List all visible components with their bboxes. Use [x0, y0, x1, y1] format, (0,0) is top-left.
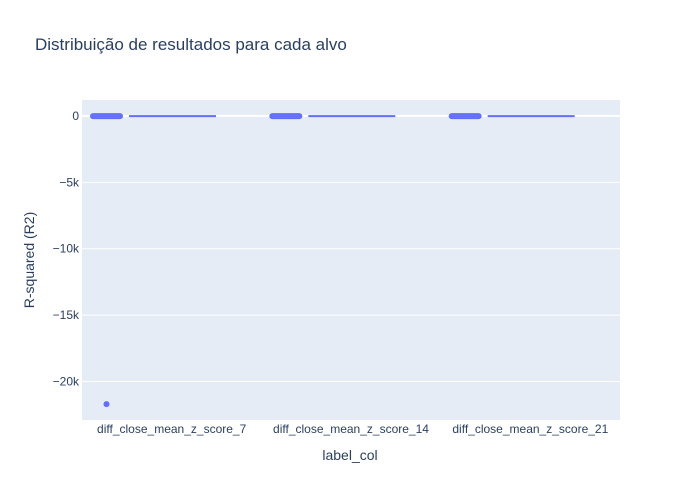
- outlier-point: [103, 401, 110, 408]
- x-axis-ticks: diff_close_mean_z_score_7 diff_close_mean…: [97, 422, 609, 436]
- x-tick-label: diff_close_mean_z_score_7: [97, 422, 247, 436]
- y-tick-label: 0: [72, 109, 79, 123]
- y-tick-label: −10k: [53, 242, 80, 256]
- chart-title: Distribuição de resultados para cada alv…: [35, 35, 347, 54]
- y-tick-label: −5k: [59, 175, 80, 189]
- y-tick-label: −20k: [53, 374, 80, 388]
- box-plot-chart: 0 −5k −10k −15k −20k diff_close_mean_z_score…: [21, 35, 620, 463]
- y-axis-title: R-squared (R2): [21, 212, 37, 308]
- plot-area: [82, 100, 620, 420]
- y-tick-label: −15k: [53, 308, 80, 322]
- x-tick-label: diff_close_mean_z_score_21: [452, 422, 608, 436]
- x-tick-label: diff_close_mean_z_score_14: [273, 422, 429, 436]
- x-axis-title: label_col: [322, 447, 377, 463]
- y-axis-ticks: 0 −5k −10k −15k −20k: [53, 109, 80, 389]
